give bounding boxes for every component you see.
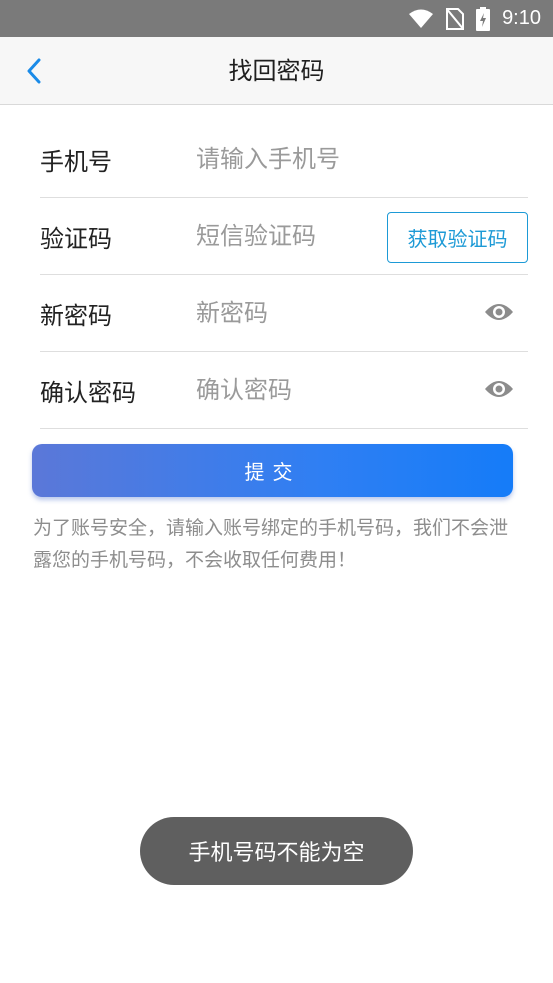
phone-row: 手机号: [40, 121, 528, 198]
confirm-password-label: 确认密码: [40, 378, 136, 407]
phone-label: 手机号: [40, 147, 112, 176]
page-title: 找回密码: [228, 57, 325, 85]
status-time: 9:10: [502, 7, 541, 29]
confirm-password-input[interactable]: [196, 376, 396, 404]
eye-icon[interactable]: [484, 378, 514, 400]
security-notice: 为了账号安全，请输入账号绑定的手机号码，我们不会泄露您的手机号码，不会收取任何费…: [33, 517, 509, 571]
status-icons: 9:10: [408, 0, 541, 37]
battery-charging-icon: [476, 6, 491, 31]
status-bar: 9:10: [0, 0, 553, 37]
submit-button[interactable]: 提交: [32, 444, 513, 497]
get-code-button[interactable]: 获取验证码: [387, 212, 528, 263]
sms-code-input[interactable]: [196, 222, 396, 250]
reset-password-form: 手机号 验证码 获取验证码 新密码 确认密码: [40, 121, 528, 429]
no-sim-icon: [446, 7, 465, 30]
code-label: 验证码: [40, 224, 112, 253]
new-password-input[interactable]: [196, 299, 396, 327]
confirm-password-row: 确认密码: [40, 352, 528, 429]
new-password-row: 新密码: [40, 275, 528, 352]
eye-icon[interactable]: [484, 301, 514, 323]
error-toast: 手机号码不能为空: [140, 817, 413, 885]
app-bar: 找回密码: [0, 37, 553, 105]
wifi-icon: [409, 9, 434, 28]
new-password-label: 新密码: [40, 301, 112, 330]
phone-input[interactable]: [196, 145, 396, 173]
code-row: 验证码 获取验证码: [40, 198, 528, 275]
